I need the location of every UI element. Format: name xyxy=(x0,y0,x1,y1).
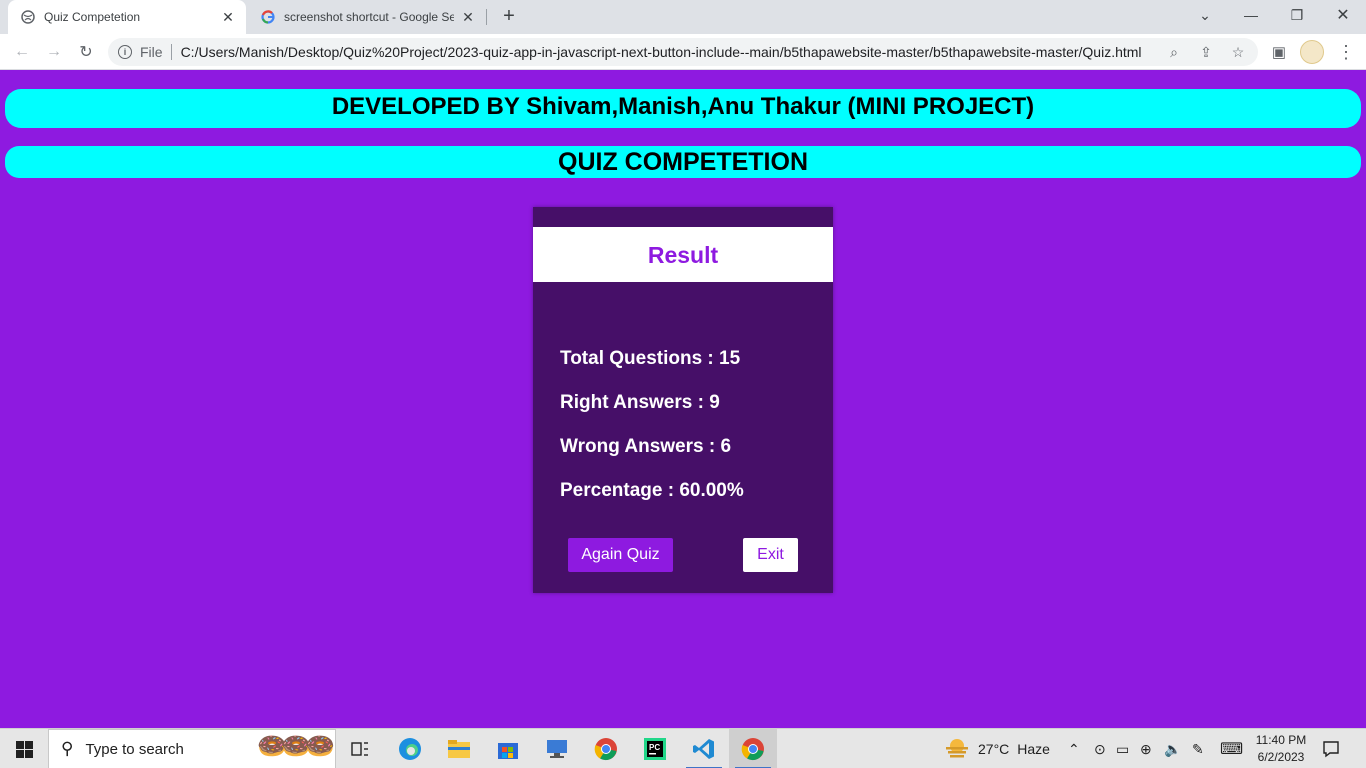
window-close-icon[interactable]: ✕ xyxy=(1320,0,1366,30)
search-placeholder: Type to search xyxy=(85,740,184,758)
address-bar[interactable]: i File C:/Users/Manish/Desktop/Quiz%20Pr… xyxy=(108,38,1258,66)
weather-condition: Haze xyxy=(1017,741,1050,757)
tab-quiz-competetion[interactable]: Quiz Competetion ✕ xyxy=(8,0,246,34)
site-info-icon[interactable]: i xyxy=(118,45,132,59)
taskbar-clock[interactable]: 11:40 PM 6/2/2023 xyxy=(1252,732,1310,766)
network-globe-icon[interactable]: ⊕ xyxy=(1140,729,1152,768)
notifications-icon[interactable] xyxy=(1322,729,1340,768)
exit-button[interactable]: Exit xyxy=(743,538,798,572)
remote-desktop-icon[interactable] xyxy=(533,729,581,768)
taskbar-search-box[interactable]: ⚲ Type to search 🍩🍩🍩 xyxy=(48,729,336,768)
percentage-text: Percentage : 60.00% xyxy=(560,480,744,501)
url-text[interactable]: C:/Users/Manish/Desktop/Quiz%20Project/2… xyxy=(181,44,1162,60)
battery-icon[interactable]: ▭ xyxy=(1116,729,1129,768)
total-questions-text: Total Questions : 15 xyxy=(560,348,741,369)
omnibox-divider xyxy=(170,44,172,60)
tab-title: Quiz Competetion xyxy=(44,10,141,24)
weather-temperature: 27°C xyxy=(978,741,1010,757)
side-panel-icon[interactable]: ▣ xyxy=(1267,40,1291,64)
meet-now-icon[interactable]: ⊙ xyxy=(1094,729,1106,768)
reload-icon[interactable]: ↻ xyxy=(74,40,98,64)
back-arrow-icon[interactable]: ← xyxy=(10,40,34,64)
weather-widget[interactable]: 27°C Haze xyxy=(944,729,1050,768)
pycharm-icon[interactable]: PC xyxy=(631,729,679,768)
task-view-icon[interactable] xyxy=(336,729,384,768)
more-menu-icon[interactable]: ⋮ xyxy=(1334,40,1358,64)
globe-icon xyxy=(20,9,36,25)
tab-search-chevron-down-icon[interactable]: ⌄ xyxy=(1182,0,1228,30)
windows-taskbar: ⚲ Type to search 🍩🍩🍩 PC 27°C Haze ⌃ ⊙ ▭ xyxy=(0,728,1366,768)
close-icon[interactable]: ✕ xyxy=(220,9,236,25)
profile-avatar[interactable] xyxy=(1300,40,1324,64)
tab-google-search[interactable]: screenshot shortcut - Google Sea ✕ xyxy=(250,0,486,34)
file-scheme-label: File xyxy=(140,44,163,60)
result-heading: Result xyxy=(533,227,833,282)
file-explorer-icon[interactable] xyxy=(435,729,483,768)
right-answers-text: Right Answers : 9 xyxy=(560,392,720,413)
bookmark-star-icon[interactable]: ☆ xyxy=(1226,40,1250,64)
donuts-illustration-icon: 🍩🍩🍩 xyxy=(257,733,335,760)
tab-separator xyxy=(486,9,487,25)
svg-text:PC: PC xyxy=(649,743,660,752)
forward-arrow-icon[interactable]: → xyxy=(42,40,66,64)
browser-tab-strip: Quiz Competetion ✕ screenshot shortcut -… xyxy=(0,0,1366,34)
clock-date: 6/2/2023 xyxy=(1257,750,1305,764)
haze-sun-icon xyxy=(944,737,970,762)
minimize-icon[interactable]: — xyxy=(1228,0,1274,30)
search-icon: ⚲ xyxy=(61,739,74,758)
tab-title: screenshot shortcut - Google Sea xyxy=(284,10,454,24)
windows-start-icon[interactable] xyxy=(0,729,48,768)
restore-icon[interactable]: ❐ xyxy=(1274,0,1320,30)
edge-browser-icon[interactable] xyxy=(386,729,434,768)
share-icon[interactable]: ⇪ xyxy=(1194,40,1218,64)
new-tab-plus-icon[interactable]: + xyxy=(498,5,520,27)
show-hidden-icons-chevron-up-icon[interactable]: ⌃ xyxy=(1068,729,1080,768)
keyboard-icon[interactable]: ⌨ xyxy=(1220,729,1243,768)
speaker-volume-icon[interactable]: 🔈 xyxy=(1164,729,1181,768)
google-icon xyxy=(260,9,276,25)
chrome-icon[interactable] xyxy=(582,729,630,768)
result-card: Result Total Questions : 15 Right Answer… xyxy=(533,207,833,593)
close-icon[interactable]: ✕ xyxy=(460,9,476,25)
developer-banner: DEVELOPED BY Shivam,Manish,Anu Thakur (M… xyxy=(5,89,1361,128)
pen-workspace-icon[interactable]: ✎ xyxy=(1192,729,1204,768)
page-title: QUIZ COMPETETION xyxy=(5,146,1361,178)
clock-time: 11:40 PM xyxy=(1255,733,1307,747)
again-quiz-button[interactable]: Again Quiz xyxy=(568,538,673,572)
browser-toolbar: ← → ↻ i File C:/Users/Manish/Desktop/Qui… xyxy=(0,34,1366,70)
vscode-icon[interactable] xyxy=(680,729,728,768)
chrome-active-icon[interactable] xyxy=(729,729,777,768)
wrong-answers-text: Wrong Answers : 6 xyxy=(560,436,732,457)
microsoft-store-icon[interactable] xyxy=(484,729,532,768)
zoom-magnifier-icon[interactable]: ⌕ xyxy=(1162,40,1186,64)
